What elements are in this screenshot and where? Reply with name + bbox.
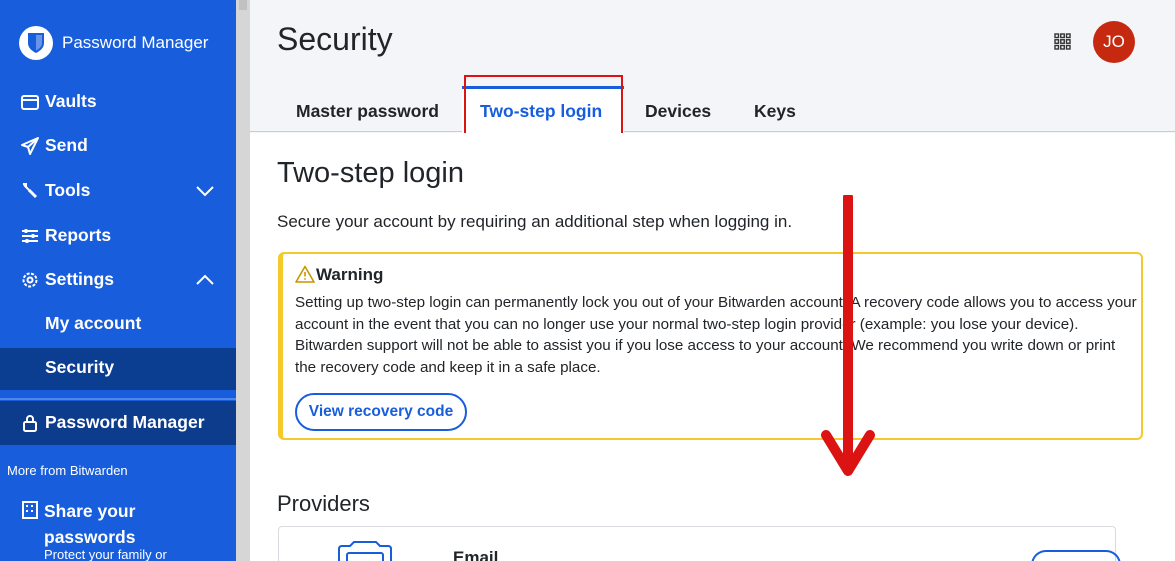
building-icon xyxy=(22,501,38,519)
tools-icon xyxy=(23,183,38,199)
annotation-highlight-box xyxy=(464,75,623,140)
bitwarden-shield-icon xyxy=(19,26,53,60)
send-icon xyxy=(21,137,39,155)
sidebar-item-reports[interactable]: Reports xyxy=(0,216,236,256)
annotation-arrow xyxy=(821,195,875,476)
provider-name: Email xyxy=(453,548,499,561)
page-title: Security xyxy=(277,21,393,57)
tab-devices[interactable]: Devices xyxy=(645,101,711,122)
sliders-icon xyxy=(22,229,38,243)
sidebar-item-send[interactable]: Send xyxy=(0,126,236,166)
providers-heading: Providers xyxy=(277,491,370,516)
avatar[interactable]: JO xyxy=(1093,21,1135,63)
share-passwords-subtitle: Protect your family or xyxy=(44,547,167,561)
sidebar-item-settings[interactable]: Settings xyxy=(0,260,236,300)
sidebar-item-tools[interactable]: Tools xyxy=(0,171,236,211)
sidebar-item-label: Send xyxy=(45,135,88,155)
sidebar-item-security[interactable]: Security xyxy=(0,348,236,390)
warning-callout: Warning Setting up two-step login can pe… xyxy=(278,252,1143,440)
main-area: Security JO Master password Two-step log… xyxy=(250,0,1175,561)
sidebar-item-label: Reports xyxy=(45,225,112,245)
brand[interactable]: Password Manager xyxy=(19,26,208,60)
sidebar-item-label: Settings xyxy=(45,269,115,289)
tab-master-password[interactable]: Master password xyxy=(296,101,439,122)
section-heading: Two-step login xyxy=(277,157,464,189)
chevron-down-icon[interactable] xyxy=(194,183,216,199)
lock-icon xyxy=(23,415,37,432)
sidebar-item-label: Vaults xyxy=(45,91,97,111)
vault-icon xyxy=(21,95,39,110)
sidebar: Password Manager Vaults Send Tools Repor… xyxy=(0,0,236,561)
sidebar-item-vaults[interactable]: Vaults xyxy=(0,82,236,122)
manage-provider-button[interactable] xyxy=(1031,550,1121,561)
warning-icon xyxy=(295,265,315,283)
product-grid-icon[interactable] xyxy=(1054,33,1071,50)
sidebar-item-my-account[interactable]: My account xyxy=(0,304,236,344)
brand-label: Password Manager xyxy=(62,33,209,52)
warning-title: Warning xyxy=(316,265,384,284)
divider xyxy=(0,398,236,400)
sidebar-item-label: Tools xyxy=(45,180,91,200)
email-provider-icon xyxy=(338,541,392,561)
product-switcher-password-manager[interactable]: Password Manager xyxy=(0,401,236,445)
sidebar-scrollbar[interactable] xyxy=(236,0,250,561)
sidebar-item-label: My account xyxy=(45,313,142,333)
sidebar-item-label: Security xyxy=(45,357,115,377)
product-switcher-label: Password Manager xyxy=(45,412,205,432)
provider-card-email: Email xyxy=(278,526,1121,561)
warning-text: Setting up two-step login can permanentl… xyxy=(295,294,1137,376)
more-from-label: More from Bitwarden xyxy=(7,463,128,478)
view-recovery-code-button[interactable]: View recovery code xyxy=(295,393,467,431)
content-panel: Two-step login Secure your account by re… xyxy=(250,133,1175,561)
chevron-up-icon[interactable] xyxy=(194,272,216,288)
section-description: Secure your account by requiring an addi… xyxy=(277,212,793,231)
gear-icon xyxy=(22,272,38,288)
share-passwords-link[interactable]: Share your passwords xyxy=(44,498,194,550)
tab-keys[interactable]: Keys xyxy=(754,101,796,122)
